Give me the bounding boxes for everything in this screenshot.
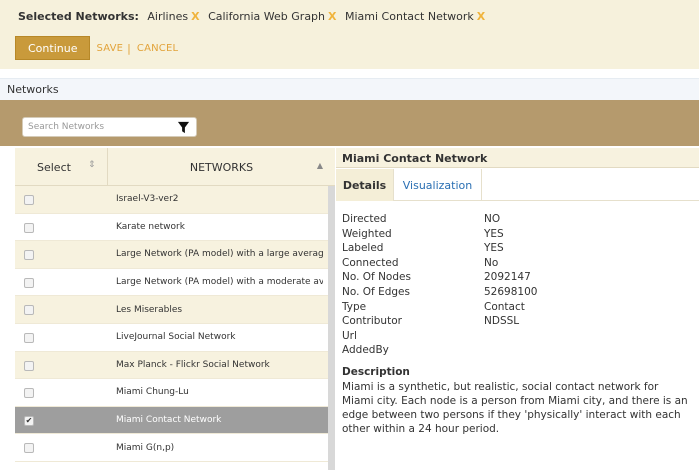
select-cell: ✔ (15, 407, 108, 434)
property-key: Contributor (342, 315, 402, 328)
network-name[interactable]: LiveJournal Social Network (108, 332, 323, 342)
property-key: Url (342, 329, 357, 342)
networks-section-header: Networks (0, 78, 699, 100)
row-checkbox[interactable] (24, 360, 34, 371)
network-name[interactable]: Miami Chung-Lu (108, 387, 323, 397)
selected-networks-line: Selected Networks: Airlines X California … (18, 10, 485, 23)
section-title: Networks (7, 83, 59, 96)
table-scrollbar[interactable] (328, 186, 335, 470)
select-cell (15, 269, 108, 296)
row-checkbox[interactable] (24, 195, 34, 205)
description-text: Miami is a synthetic, but realistic, soc… (342, 381, 688, 435)
row-checkbox[interactable] (24, 250, 34, 261)
table-row[interactable]: LiveJournal Social Network (15, 323, 335, 352)
select-cell (15, 379, 108, 406)
column-header-networks[interactable]: NETWORKS ▲ (108, 148, 335, 186)
select-cell (15, 296, 108, 323)
network-name[interactable]: Karate network (108, 222, 323, 232)
sort-both-icon[interactable]: ⇕ (88, 160, 96, 170)
property-value: NDSSL (484, 315, 520, 328)
select-cell (15, 324, 108, 351)
property-key: No. Of Edges (342, 285, 410, 298)
property-key: Labeled (342, 242, 384, 255)
description-label: Description (342, 366, 410, 378)
network-name[interactable]: Large Network (PA model) with a large av… (108, 249, 323, 259)
property-key: AddedBy (342, 344, 389, 357)
property-value: Contact (484, 300, 525, 313)
select-cell (15, 214, 108, 241)
selected-network-label: Airlines (147, 10, 189, 23)
network-name[interactable]: Max Planck - Flickr Social Network (108, 360, 323, 370)
filter-icon[interactable] (177, 121, 190, 134)
table-row[interactable]: Karate network (15, 213, 335, 242)
continue-button[interactable]: Continue (15, 36, 91, 60)
table-row[interactable]: Les Miserables (15, 296, 335, 324)
property-value: No (484, 256, 499, 269)
table-row[interactable]: Max Planck - Flickr Social Network (15, 351, 335, 380)
detail-title: Miami Contact Network (342, 152, 488, 165)
sort-ascending-icon[interactable]: ▲ (317, 161, 323, 170)
column-networks-label: NETWORKS (189, 161, 254, 174)
row-checkbox[interactable] (24, 332, 34, 343)
remove-network-icon[interactable]: X (328, 10, 336, 23)
property-value: NO (484, 213, 501, 225)
network-detail-panel: Miami Contact Network Details Visualizat… (336, 148, 699, 470)
column-select-label: Select (37, 161, 71, 174)
selected-network-label: California Web Graph (208, 10, 326, 23)
detail-tabs: Details Visualization (336, 169, 699, 201)
action-separator: | (127, 41, 131, 55)
table-header: Select ⇕ NETWORKS ▲ (15, 148, 335, 186)
table-body: Israel-V3-ver2 Karate network Large Netw… (15, 186, 335, 462)
action-bar: Continue SAVE | CANCEL (15, 36, 178, 60)
search-input[interactable] (23, 118, 173, 136)
table-row[interactable]: Large Network (PA model) with a moderate… (15, 268, 335, 297)
property-value: YES (484, 227, 504, 240)
network-name[interactable]: Miami G(n,p) (108, 443, 323, 453)
tab-visualization[interactable]: Visualization (394, 169, 482, 201)
row-checkbox-checked[interactable]: ✔ (24, 415, 34, 426)
selected-networks-title: Selected Networks: (18, 10, 139, 23)
select-cell (15, 434, 108, 461)
selected-networks-bar: Selected Networks: Airlines X California … (0, 0, 699, 69)
tab-details[interactable]: Details (336, 169, 394, 201)
row-checkbox[interactable] (24, 277, 34, 288)
property-key: Directed (342, 213, 387, 225)
table-row[interactable]: Large Network (PA model) with a large av… (15, 241, 335, 269)
detail-title-bar: Miami Contact Network (336, 148, 699, 168)
networks-table: Select ⇕ NETWORKS ▲ Israel-V3-ver2 Karat… (15, 148, 335, 470)
row-checkbox[interactable] (24, 388, 34, 399)
table-row[interactable]: Miami Chung-Lu (15, 379, 335, 407)
network-name[interactable]: Israel-V3-ver2 (108, 194, 323, 204)
property-key: Connected (342, 256, 399, 269)
network-name[interactable]: Les Miserables (108, 305, 323, 315)
selected-network-chip: Airlines X (147, 10, 203, 23)
select-cell (15, 352, 108, 379)
remove-network-icon[interactable]: X (477, 10, 485, 23)
row-checkbox[interactable] (24, 305, 34, 316)
selected-network-chip: Miami Contact Network X (345, 10, 485, 23)
select-cell (15, 241, 108, 268)
property-key: Weighted (342, 227, 392, 240)
search-box (22, 117, 197, 137)
select-cell (15, 186, 108, 213)
selected-network-chip: California Web Graph X (208, 10, 340, 23)
property-value: 2092147 (484, 271, 531, 284)
network-name[interactable]: Large Network (PA model) with a moderate… (108, 277, 323, 287)
row-checkbox[interactable] (24, 222, 34, 233)
cancel-link[interactable]: CANCEL (137, 43, 178, 54)
filter-band (0, 100, 699, 146)
property-key: Type (342, 300, 367, 313)
table-row-selected[interactable]: ✔ Miami Contact Network (15, 406, 335, 435)
column-header-select[interactable]: Select ⇕ (15, 148, 108, 186)
save-link[interactable]: SAVE (96, 43, 123, 54)
property-value: YES (484, 242, 504, 255)
remove-network-icon[interactable]: X (191, 10, 199, 23)
network-name[interactable]: Miami Contact Network (108, 415, 323, 425)
table-row[interactable]: Israel-V3-ver2 (15, 186, 335, 214)
selected-network-label: Miami Contact Network (345, 10, 474, 23)
property-key: No. Of Nodes (342, 271, 411, 284)
row-checkbox[interactable] (24, 443, 34, 454)
property-value: 52698100 (484, 285, 538, 298)
table-row[interactable]: Miami G(n,p) (15, 434, 335, 462)
